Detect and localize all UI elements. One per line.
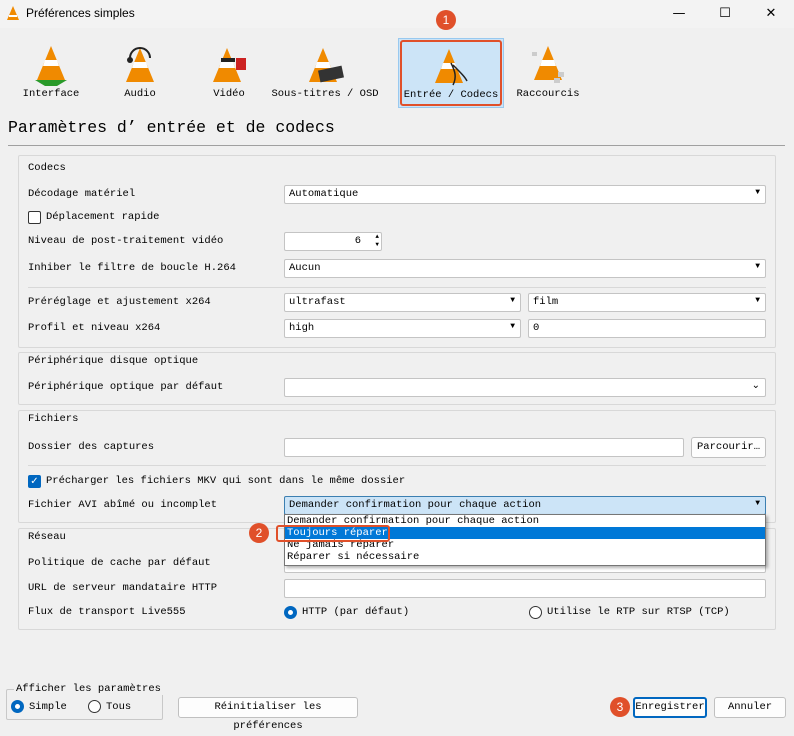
category-interface[interactable]: Interface [1, 38, 101, 108]
hw-decoding-label: Décodage matériel [28, 188, 136, 200]
annotation-badge-3: 3 [610, 697, 630, 717]
category-subtitles-osd[interactable]: Sous-titres / OSD [270, 38, 380, 108]
category-label: Vidéo [213, 88, 245, 100]
dropdown-arrow-icon: ▼ [510, 322, 515, 331]
select-value: ultrafast [289, 296, 346, 308]
dropdown-arrow-icon: ▼ [755, 188, 760, 197]
video-cone-icon [213, 48, 246, 82]
select-value: Automatique [289, 188, 359, 200]
hw-decoding-select[interactable]: Automatique ▼ [284, 185, 766, 204]
browse-button[interactable]: Parcourir… [691, 437, 766, 458]
spin-arrows-icon[interactable]: ▲ ▼ [375, 233, 379, 249]
codecs-group-title: Codecs [28, 162, 66, 174]
show-settings-title: Afficher les paramètres [14, 683, 163, 695]
live555-label: Flux de transport Live555 [28, 606, 186, 618]
title-bar: Préférences simples — ☐ ✕ [0, 0, 794, 28]
postproc-label: Niveau de post-traitement vidéo [28, 235, 224, 247]
maximize-button[interactable]: ☐ [702, 0, 748, 28]
optical-group-title: Périphérique disque optique [28, 355, 199, 367]
page-title: Paramètres d’ entrée et de codecs [8, 118, 335, 137]
annotation-badge-1: 1 [436, 10, 456, 30]
proxy-url-input[interactable] [284, 579, 766, 598]
cancel-button[interactable]: Annuler [714, 697, 786, 718]
category-video[interactable]: Vidéo [179, 38, 279, 108]
close-button[interactable]: ✕ [748, 0, 794, 28]
interface-cone-icon [35, 46, 67, 86]
dropdown-arrow-icon: ▼ [510, 296, 515, 305]
x264-profile-label: Profil et niveau x264 [28, 322, 161, 334]
vlc-icon [7, 6, 19, 20]
select-value: film [533, 296, 559, 308]
avi-repair-select[interactable]: Demander confirmation pour chaque action… [284, 496, 766, 515]
x264-tune-select[interactable]: film ▼ [528, 293, 766, 312]
all-radio[interactable] [88, 700, 101, 713]
network-group-title: Réseau [28, 531, 66, 543]
optical-device-select[interactable]: ⌄ [284, 378, 766, 397]
rtp-option-label: Utilise le RTP sur RTSP (TCP) [547, 606, 730, 618]
all-label: Tous [106, 701, 132, 713]
proxy-label: URL de serveur mandataire HTTP [28, 582, 218, 594]
chevron-down-icon: ⌄ [751, 381, 760, 392]
x264-preset-label: Préréglage et ajustement x264 [28, 296, 211, 308]
mkv-preload-label: Précharger les fichiers MKV qui sont dan… [46, 475, 406, 487]
category-hotkeys[interactable]: Raccourcis [498, 38, 598, 108]
select-value: Demander confirmation pour chaque action [289, 499, 542, 511]
category-label: Raccourcis [516, 88, 580, 100]
rtp-radio[interactable] [529, 606, 542, 619]
x264-profile-select[interactable]: high ▼ [284, 319, 521, 338]
divider [28, 287, 766, 288]
hotkeys-cone-icon [532, 46, 564, 83]
simple-label: Simple [29, 701, 67, 713]
fast-seek-checkbox[interactable] [28, 211, 41, 224]
select-value: high [289, 322, 315, 334]
category-input-codecs[interactable]: Entrée / Codecs [398, 38, 504, 108]
category-label: Interface [22, 88, 80, 100]
mkv-preload-checkbox[interactable]: ✓ [28, 475, 41, 488]
fast-seek-label: Déplacement rapide [46, 211, 160, 223]
reset-preferences-button[interactable]: Réinitialiser les préférences [178, 697, 358, 732]
select-value: Aucun [289, 262, 321, 274]
avi-label: Fichier AVI abîmé ou incomplet [28, 499, 218, 511]
annotation-highlight-1 [400, 40, 502, 106]
simple-radio[interactable] [11, 700, 24, 713]
dropdown-arrow-icon: ▼ [755, 296, 760, 305]
subtitles-cone-icon [309, 48, 344, 83]
annotation-highlight-2 [276, 525, 390, 542]
http-radio[interactable] [284, 606, 297, 619]
x264-level-input[interactable]: 0 [528, 319, 766, 338]
postproc-spinbox[interactable]: 6 ▲ ▼ [284, 232, 382, 251]
cache-policy-label: Politique de cache par défaut [28, 557, 211, 569]
optical-default-label: Périphérique optique par défaut [28, 381, 224, 393]
h264-loop-label: Inhiber le filtre de boucle H.264 [28, 262, 236, 274]
audio-cone-icon [126, 47, 154, 82]
x264-preset-select[interactable]: ultrafast ▼ [284, 293, 521, 312]
category-label: Sous-titres / OSD [271, 88, 379, 100]
annotation-badge-2: 2 [249, 523, 269, 543]
dropdown-arrow-icon: ▼ [755, 499, 760, 508]
minimize-button[interactable]: — [656, 0, 702, 28]
window-title: Préférences simples [26, 6, 135, 20]
category-audio[interactable]: Audio [90, 38, 190, 108]
spinbox-value: 6 [354, 235, 361, 247]
input-value: 0 [533, 322, 540, 334]
category-label: Audio [124, 88, 156, 100]
h264-loop-select[interactable]: Aucun ▼ [284, 259, 766, 278]
snapshots-label: Dossier des captures [28, 441, 155, 453]
divider [28, 465, 766, 466]
save-button[interactable]: Enregistrer [633, 697, 707, 718]
http-option-label: HTTP (par défaut) [302, 606, 410, 618]
snapshots-folder-input[interactable] [284, 438, 684, 457]
dropdown-arrow-icon: ▼ [755, 262, 760, 271]
dropdown-option[interactable]: Réparer si nécessaire [285, 551, 765, 563]
files-group-title: Fichiers [28, 413, 79, 425]
heading-divider [8, 145, 785, 146]
